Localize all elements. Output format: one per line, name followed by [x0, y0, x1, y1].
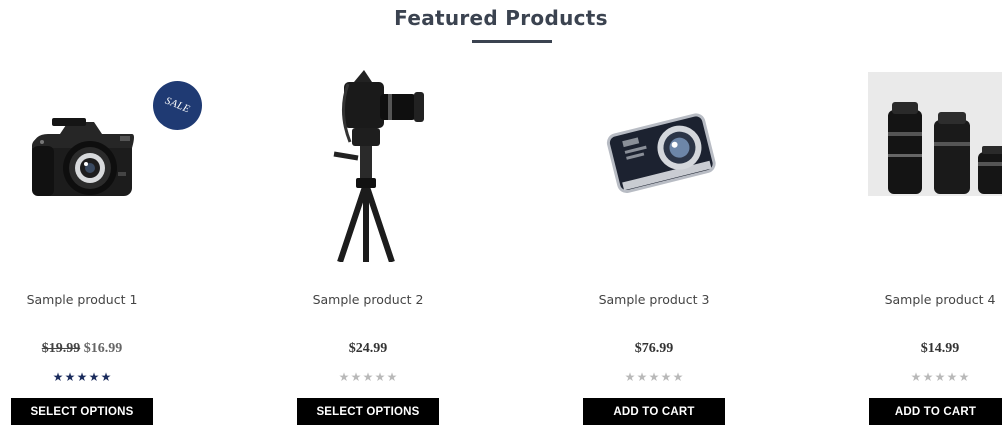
select-options-button[interactable]: SELECT OPTIONS [11, 398, 153, 425]
product-card-2: Sample product 2 $24.99 ★★★★★ SELECT OPT… [268, 62, 468, 425]
dslr-camera-icon [32, 118, 134, 196]
section-title: Featured Products [394, 6, 608, 30]
product-price: $76.99 [634, 341, 674, 356]
add-to-cart-button[interactable]: ADD TO CART [583, 398, 725, 425]
star-rating: ★★★★★ [268, 370, 468, 384]
product-image-2[interactable] [268, 62, 468, 263]
star-icon: ★ [362, 370, 374, 384]
product-name[interactable]: Sample product 2 [268, 292, 468, 307]
product-card-3: Sample product 3 $76.99 ★★★★★ ADD TO CAR… [554, 62, 754, 425]
star-icon: ★ [100, 370, 112, 384]
star-icon: ★ [52, 370, 64, 384]
price-sale: $16.99 [83, 341, 123, 356]
star-rating: ★★★★★ [554, 370, 754, 384]
sale-badge-label: SALE [163, 95, 192, 116]
star-icon: ★ [350, 370, 362, 384]
product-price: $24.99 [348, 341, 388, 356]
star-icon: ★ [386, 370, 398, 384]
product-name[interactable]: Sample product 1 [0, 292, 182, 307]
compact-camera-icon [606, 113, 716, 194]
product-price: $19.99 $16.99 [0, 341, 182, 357]
product-card-1: SALE Sample product 1 $19.99 $16.99 ★★★★… [0, 62, 210, 425]
star-icon: ★ [946, 370, 958, 384]
star-icon: ★ [910, 370, 922, 384]
product-card-4: Sample product 4 $14.99 ★★★★★ ADD TO CAR… [840, 62, 1002, 425]
star-icon: ★ [64, 370, 76, 384]
star-icon: ★ [648, 370, 660, 384]
star-icon: ★ [88, 370, 100, 384]
star-icon: ★ [338, 370, 350, 384]
star-rating: ★★★★★ [840, 370, 1002, 384]
star-icon: ★ [624, 370, 636, 384]
star-icon: ★ [922, 370, 934, 384]
product-name[interactable]: Sample product 4 [840, 292, 1002, 307]
camera-lenses-icon [868, 72, 1002, 196]
star-icon: ★ [374, 370, 386, 384]
product-price: $14.99 [920, 341, 960, 356]
star-icon: ★ [76, 370, 88, 384]
star-icon: ★ [660, 370, 672, 384]
product-image-3[interactable] [554, 62, 754, 262]
product-name[interactable]: Sample product 3 [554, 292, 754, 307]
star-icon: ★ [958, 370, 970, 384]
product-image-4[interactable] [840, 62, 1002, 262]
product-image-1[interactable] [0, 62, 182, 262]
star-icon: ★ [934, 370, 946, 384]
add-to-cart-button[interactable]: ADD TO CART [869, 398, 1002, 425]
select-options-button[interactable]: SELECT OPTIONS [297, 398, 439, 425]
title-underline [472, 40, 552, 43]
camera-on-tripod-icon [333, 70, 424, 263]
star-icon: ★ [636, 370, 648, 384]
star-rating: ★★★★★ [0, 370, 182, 384]
star-icon: ★ [672, 370, 684, 384]
price-original: $19.99 [41, 341, 81, 356]
